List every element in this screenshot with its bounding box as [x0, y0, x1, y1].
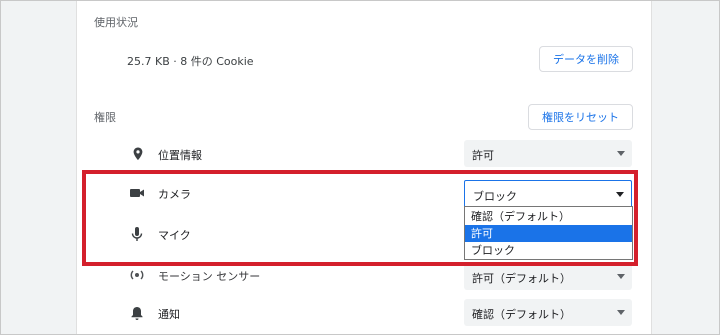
dropdown-option-allow[interactable]: 許可 [465, 225, 632, 242]
camera-permission-value: ブロック [473, 190, 517, 203]
location-pin-icon [129, 145, 147, 163]
motion-sensor-permission-select[interactable]: 許可（デフォルト） [464, 263, 632, 290]
usage-summary: 25.7 KB · 8 件の Cookie [127, 55, 254, 68]
motion-sensor-permission-value: 許可（デフォルト） [472, 272, 571, 285]
clear-data-button[interactable]: データを削除 [539, 46, 633, 72]
permission-label-location: 位置情報 [158, 149, 202, 162]
chevron-down-icon [617, 310, 625, 315]
camera-permission-dropdown: 確認（デフォルト） 許可 ブロック [464, 206, 633, 260]
dropdown-option-block[interactable]: ブロック [465, 242, 632, 259]
camera-icon [128, 184, 146, 202]
chevron-down-icon [617, 274, 625, 279]
chevron-down-icon [616, 192, 624, 197]
permission-label-motion-sensor: モーション センサー [158, 270, 261, 283]
permissions-heading: 権限 [94, 111, 116, 124]
location-permission-value: 許可 [472, 149, 494, 162]
bell-icon [128, 304, 146, 322]
usage-heading: 使用状況 [94, 16, 138, 29]
chevron-down-icon [617, 151, 625, 156]
notifications-permission-select[interactable]: 確認（デフォルト） [464, 299, 632, 326]
dropdown-option-ask-default[interactable]: 確認（デフォルト） [465, 208, 632, 225]
reset-permissions-button[interactable]: 権限をリセット [528, 104, 633, 130]
microphone-icon [128, 225, 146, 243]
location-permission-select[interactable]: 許可 [464, 140, 632, 167]
permission-label-microphone: マイク [158, 229, 191, 242]
motion-sensor-icon [128, 266, 146, 284]
permission-label-camera: カメラ [158, 188, 191, 201]
notifications-permission-value: 確認（デフォルト） [472, 308, 571, 321]
camera-permission-select[interactable]: ブロック [464, 180, 632, 207]
permission-label-notifications: 通知 [158, 308, 180, 321]
